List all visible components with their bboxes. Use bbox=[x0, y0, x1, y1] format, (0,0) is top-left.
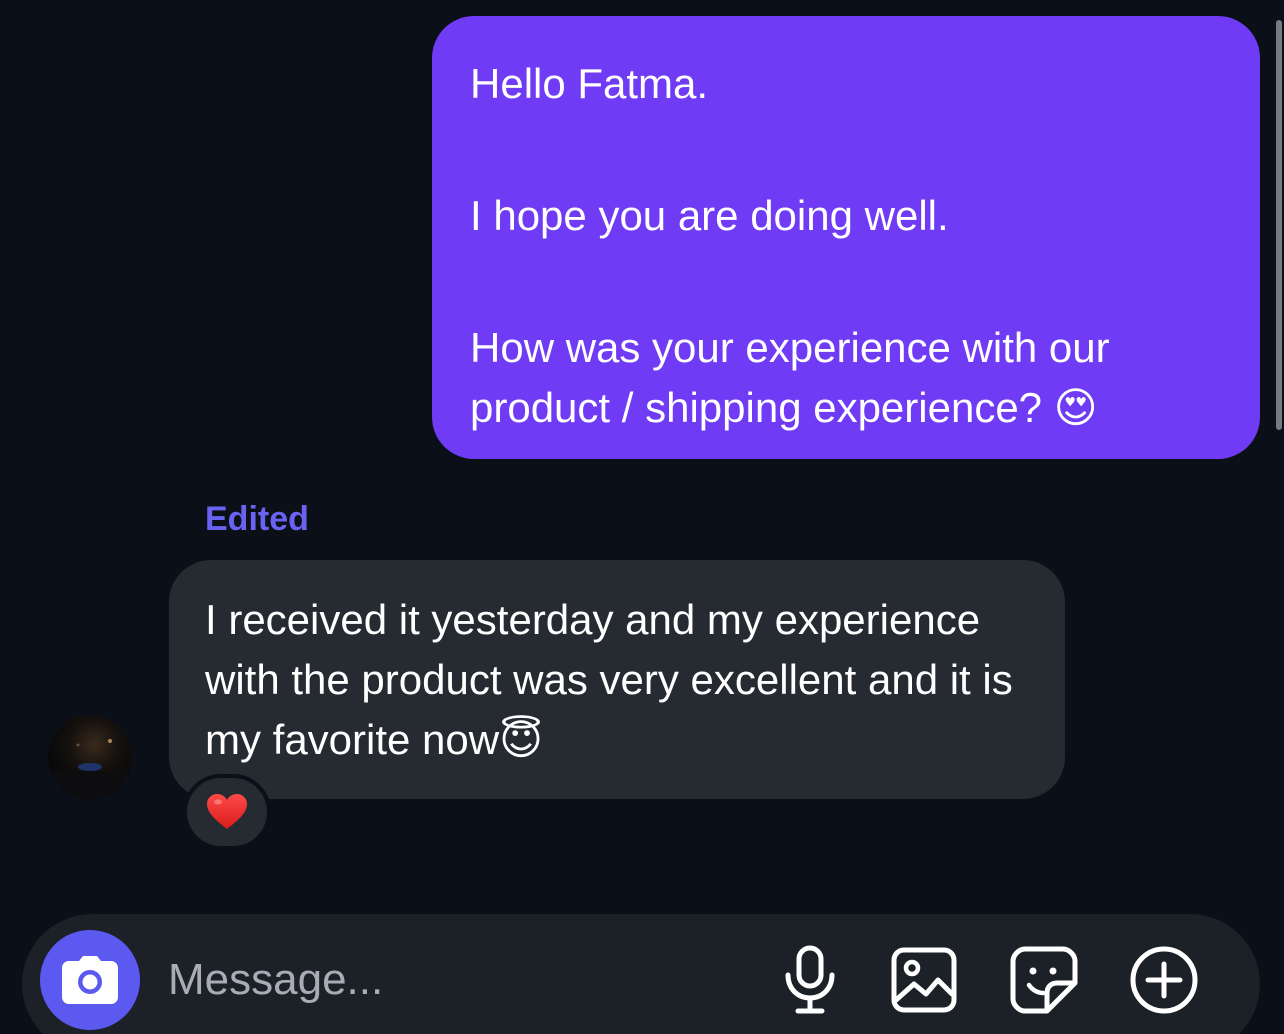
outgoing-message-bubble[interactable]: Hello Fatma. I hope you are doing well. … bbox=[432, 16, 1260, 459]
camera-button[interactable] bbox=[40, 930, 140, 1030]
microphone-icon bbox=[785, 945, 835, 1014]
message-line: I received it yesterday and my experienc… bbox=[205, 590, 1029, 770]
microphone-button[interactable] bbox=[774, 944, 846, 1016]
message-line: How was your experience with our product… bbox=[470, 318, 1224, 438]
halo-smile-emoji: 😇 bbox=[499, 715, 543, 764]
message-text: How was your experience with our product… bbox=[470, 324, 1110, 431]
chat-screen: Hello Fatma. I hope you are doing well. … bbox=[0, 0, 1284, 1034]
gallery-button[interactable] bbox=[888, 944, 960, 1016]
heart-icon bbox=[207, 794, 247, 829]
sticker-icon bbox=[1010, 946, 1078, 1014]
incoming-message-bubble[interactable]: I received it yesterday and my experienc… bbox=[169, 560, 1065, 799]
avatar[interactable] bbox=[48, 715, 132, 799]
sticker-button[interactable] bbox=[1008, 944, 1080, 1016]
plus-circle-icon bbox=[1130, 946, 1198, 1014]
message-line: I hope you are doing well. bbox=[470, 192, 949, 239]
message-text: I received it yesterday and my experienc… bbox=[205, 596, 1013, 763]
camera-icon bbox=[62, 956, 118, 1004]
heart-eyes-emoji: 😍 bbox=[1053, 383, 1098, 432]
more-button[interactable] bbox=[1128, 944, 1200, 1016]
avatar-photo bbox=[48, 715, 132, 799]
reaction-heart[interactable] bbox=[183, 774, 271, 850]
image-icon bbox=[891, 947, 957, 1013]
scrollbar[interactable] bbox=[1276, 20, 1282, 430]
message-input[interactable] bbox=[168, 944, 728, 1016]
edited-label: Edited bbox=[205, 500, 309, 538]
message-line: Hello Fatma. bbox=[470, 60, 709, 107]
